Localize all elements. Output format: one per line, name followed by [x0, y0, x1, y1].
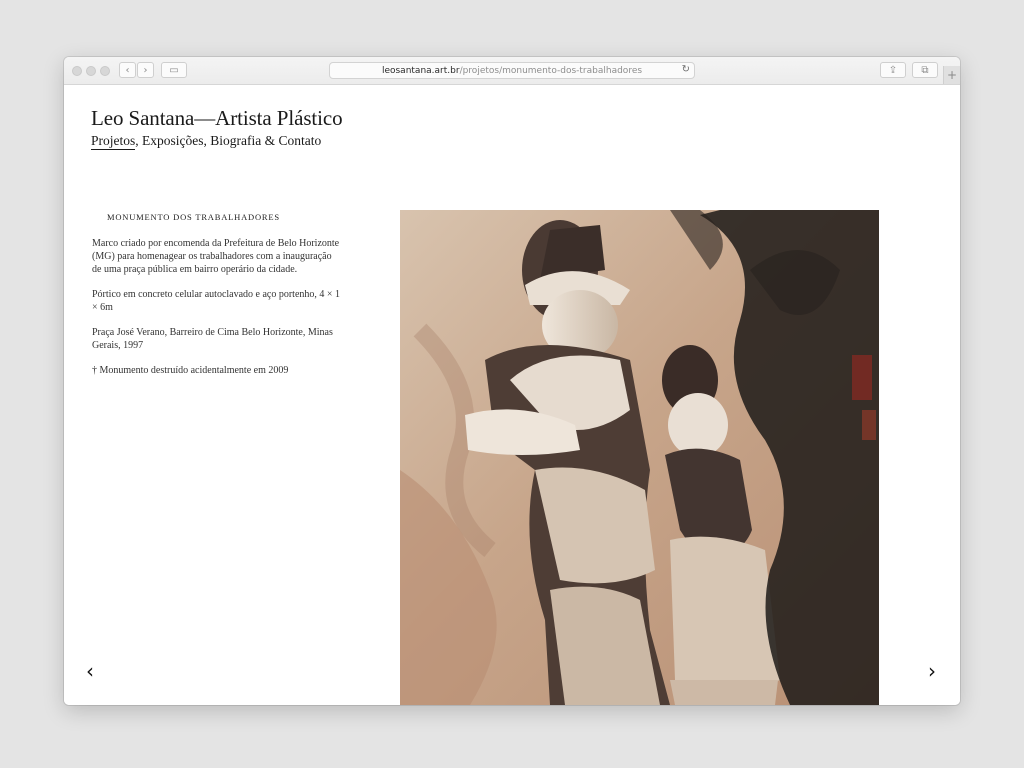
next-project-arrow-icon[interactable]: ›: [928, 661, 936, 681]
project-photo: [400, 210, 879, 705]
address-path: /projetos/monumento-dos-trabalhadores: [459, 65, 643, 76]
browser-toolbar: ‹ › ▭ leosantana.art.br/projetos/monumen…: [64, 57, 960, 85]
browser-window: ‹ › ▭ leosantana.art.br/projetos/monumen…: [64, 57, 960, 705]
nav-separator: &: [261, 133, 279, 148]
zoom-window-icon[interactable]: [100, 66, 110, 76]
materials-paragraph: Pórtico em concreto celular autoclavado …: [92, 289, 341, 313]
nav-projetos[interactable]: Projetos: [91, 133, 136, 150]
project-description: Marco criado por encomenda da Prefeitura…: [92, 237, 342, 389]
description-paragraph: Marco criado por encomenda da Prefeitura…: [92, 238, 340, 275]
share-button[interactable]: ⇪: [880, 62, 906, 78]
sidebar-toggle-button[interactable]: ▭: [161, 62, 187, 78]
address-host: leosantana.art.br: [381, 65, 460, 76]
close-window-icon[interactable]: [72, 66, 82, 76]
back-button[interactable]: ‹: [119, 62, 136, 78]
note-paragraph: † Monumento destruído acidentalmente em …: [92, 365, 289, 376]
site-title[interactable]: Leo Santana—Artista Plástico: [91, 106, 343, 131]
new-tab-button[interactable]: +: [943, 66, 960, 84]
minimize-window-icon[interactable]: [86, 66, 96, 76]
main-nav: Projetos, Exposições, Biografia & Contat…: [91, 133, 322, 150]
nav-exposicoes[interactable]: Exposições: [142, 133, 204, 148]
forward-button[interactable]: ›: [137, 62, 154, 78]
page-content: Leo Santana—Artista Plástico Projetos, E…: [64, 85, 960, 705]
project-title: Monumento dos Trabalhadores: [107, 212, 280, 222]
previous-project-arrow-icon[interactable]: ‹: [86, 661, 94, 681]
nav-separator: ,: [135, 133, 143, 148]
sculpture-photo-image: [400, 210, 879, 705]
location-paragraph: Praça José Verano, Barreiro de Cima Belo…: [92, 327, 333, 351]
address-bar[interactable]: leosantana.art.br/projetos/monumento-dos…: [329, 62, 695, 79]
show-tabs-button[interactable]: ⧉: [912, 62, 938, 78]
reload-icon[interactable]: ↻: [682, 64, 690, 75]
nav-contato[interactable]: Contato: [279, 133, 322, 148]
nav-biografia[interactable]: Biografia: [210, 133, 261, 148]
